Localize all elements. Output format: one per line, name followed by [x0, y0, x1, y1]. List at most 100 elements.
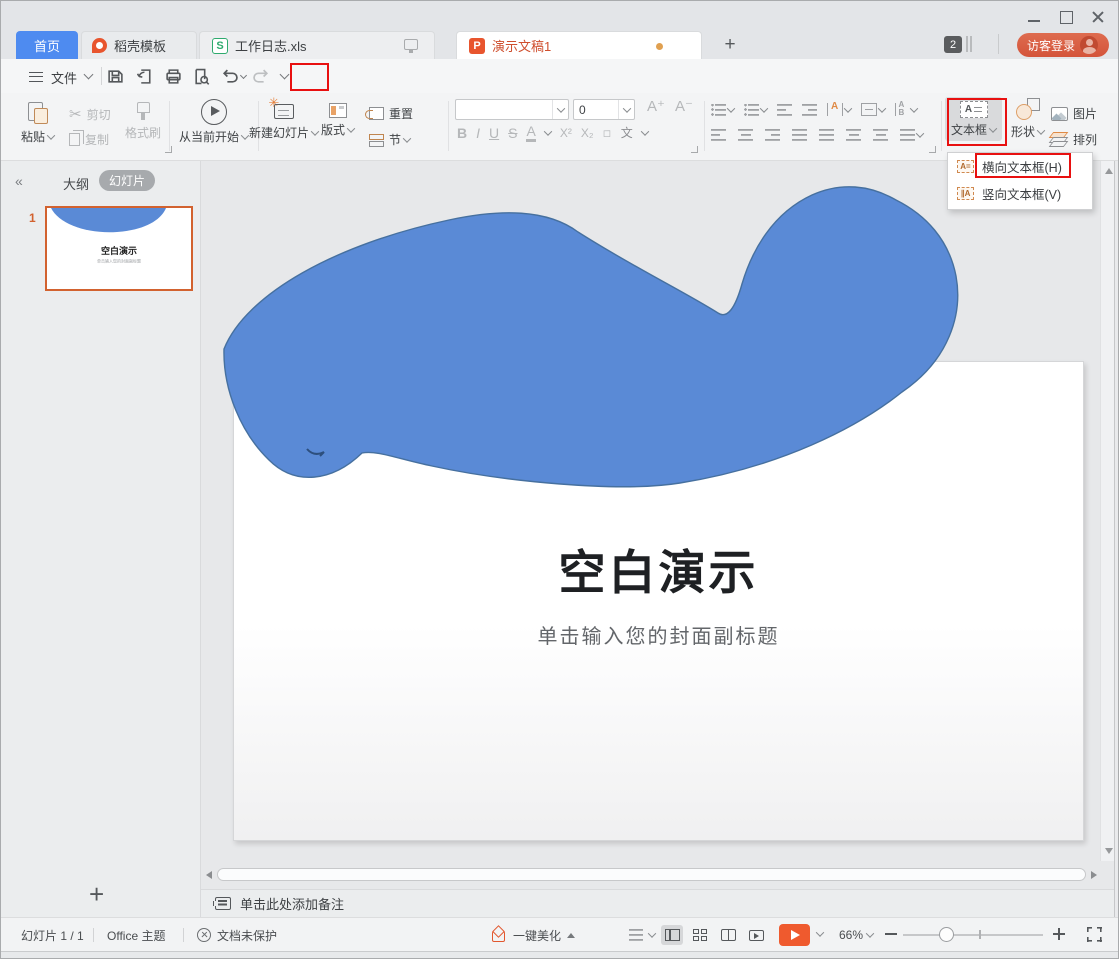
file-chevron-icon[interactable] — [84, 70, 94, 80]
font-size-select[interactable]: 0 — [573, 99, 635, 120]
tab-docer-templates[interactable]: 稻壳模板 — [81, 31, 197, 59]
new-tab-button[interactable]: + — [719, 34, 741, 56]
strikethrough-button[interactable]: S — [508, 125, 517, 141]
guest-login-button[interactable]: 访客登录 — [1017, 33, 1109, 57]
slide-sorter-button[interactable] — [689, 925, 711, 945]
font-color-button[interactable]: A — [526, 123, 535, 142]
minimize-button[interactable] — [1028, 11, 1042, 23]
zoom-slider-knob[interactable] — [939, 927, 954, 942]
arrange-button[interactable]: 排列 — [1051, 131, 1097, 148]
increase-font-button[interactable]: A⁺ — [647, 97, 665, 115]
format-painter-button[interactable]: 格式刷 — [125, 101, 161, 141]
play-slideshow-button[interactable] — [779, 924, 810, 946]
notes-toggle-button[interactable] — [629, 918, 655, 952]
scroll-up-icon[interactable] — [1105, 168, 1113, 174]
distribute-button[interactable] — [819, 129, 834, 141]
zoom-out-button[interactable] — [885, 928, 897, 940]
slides-tab-active[interactable]: 幻灯片 — [99, 170, 155, 191]
hamburger-icon[interactable] — [29, 72, 43, 82]
slide-page[interactable]: 空白演示 单击输入您的封面副标题 — [233, 361, 1084, 841]
column-spacing-button[interactable] — [846, 129, 861, 141]
tab-worklog-xls[interactable]: S 工作日志.xls — [199, 31, 435, 59]
print-icon[interactable] — [165, 68, 182, 85]
italic-button[interactable]: I — [476, 125, 480, 141]
align-center-button[interactable] — [738, 129, 753, 141]
file-menu[interactable]: 文件 — [51, 68, 77, 87]
bullet-list-button[interactable] — [711, 104, 734, 116]
menu-item-vertical-textbox[interactable]: ∥A 竖向文本框(V) — [948, 180, 1092, 207]
notes-placeholder[interactable]: 单击此处添加备注 — [240, 894, 344, 913]
textbox-button[interactable]: A 文本框 — [945, 97, 1002, 141]
align-left-button[interactable] — [711, 129, 726, 141]
print-preview-icon[interactable] — [193, 68, 210, 85]
increase-indent-button[interactable] — [802, 104, 817, 116]
superscript-button[interactable]: X² — [560, 126, 572, 140]
bold-button[interactable]: B — [457, 125, 467, 141]
pinyin-button[interactable]: 文 — [621, 124, 633, 141]
underline-button[interactable]: U — [489, 125, 499, 141]
align-text-button[interactable] — [861, 103, 885, 116]
clear-format-icon[interactable]: ◇ — [599, 124, 615, 140]
picture-button[interactable]: 图片 — [1051, 105, 1097, 122]
numbered-list-button[interactable] — [744, 104, 767, 116]
subscript-button[interactable]: X₂ — [581, 126, 594, 140]
play-from-current-button[interactable]: 从当前开始 — [179, 99, 248, 145]
shapes-button[interactable]: 形状 — [1011, 98, 1044, 140]
menu-item-horizontal-textbox[interactable]: A= 横向文本框(H) — [948, 153, 1092, 180]
normal-view-button[interactable] — [661, 925, 683, 945]
text-direction-button[interactable] — [827, 103, 851, 116]
decrease-indent-button[interactable] — [777, 104, 792, 116]
outline-tab[interactable]: 大纲 — [63, 174, 89, 193]
zoom-in-button[interactable] — [1053, 928, 1065, 940]
save-icon[interactable] — [107, 68, 124, 85]
section-button[interactable]: 节 — [369, 131, 410, 148]
undo-chevron-icon[interactable] — [240, 72, 247, 79]
group-expand-icon[interactable] — [929, 146, 936, 153]
protection-status[interactable]: 文档未保护 — [197, 918, 277, 952]
horizontal-scroll-thumb[interactable] — [217, 868, 1086, 881]
window-count-badge[interactable]: 2 — [944, 36, 962, 53]
line-spacing-button[interactable] — [900, 129, 923, 141]
zoom-level[interactable]: 66% — [839, 918, 873, 952]
new-slide-button[interactable]: ✳ 新建幻灯片 — [249, 101, 318, 141]
paste-button[interactable]: 粘贴 — [21, 101, 54, 145]
window-list-icon[interactable] — [966, 36, 972, 52]
slide-title[interactable]: 空白演示 — [234, 534, 1083, 603]
align-right-button[interactable] — [765, 129, 780, 141]
scroll-right-icon[interactable] — [1091, 871, 1097, 879]
row-spacing-button[interactable] — [873, 129, 888, 141]
reset-button[interactable]: 重置 — [369, 105, 413, 122]
redo-icon[interactable] — [253, 68, 270, 85]
maximize-button[interactable] — [1060, 11, 1074, 23]
theme-label[interactable]: Office 主题 — [107, 918, 165, 952]
justify-button[interactable] — [792, 129, 807, 141]
slide-subtitle[interactable]: 单击输入您的封面副标题 — [234, 620, 1083, 649]
beautify-button[interactable]: 一键美化 — [491, 918, 575, 952]
slide-thumbnail-selected[interactable]: 空白演示 单击输入您的封面副标题 — [45, 206, 193, 291]
group-expand-icon[interactable] — [165, 146, 172, 153]
collapse-panel-button[interactable]: « — [15, 173, 23, 189]
fit-slide-button[interactable] — [1087, 927, 1102, 942]
scroll-down-icon[interactable] — [1105, 848, 1113, 854]
undo-icon[interactable] — [221, 68, 238, 85]
add-slide-button[interactable]: + — [89, 879, 104, 910]
slideshow-view-button[interactable] — [745, 925, 767, 945]
toolbar-customize-chevron-icon[interactable] — [280, 70, 290, 80]
scroll-left-icon[interactable] — [206, 871, 212, 879]
tab-presentation1-active[interactable]: P 演示文稿1 — [456, 31, 702, 59]
notes-bar[interactable]: 单击此处添加备注 — [201, 889, 1114, 917]
cut-button[interactable]: ✂剪切 — [69, 105, 111, 123]
group-expand-icon[interactable] — [691, 146, 698, 153]
char-spacing-button[interactable] — [895, 103, 917, 116]
layout-button[interactable]: 版式 — [321, 103, 354, 138]
zoom-slider-track[interactable] — [903, 934, 1043, 936]
horizontal-scrollbar[interactable] — [205, 867, 1098, 883]
pinyin-chevron-icon[interactable] — [641, 127, 649, 135]
export-icon[interactable] — [137, 68, 154, 85]
font-name-select[interactable] — [455, 99, 569, 120]
font-color-chevron-icon[interactable] — [544, 127, 552, 135]
close-button[interactable] — [1092, 11, 1106, 23]
play-options-chevron-icon[interactable] — [816, 928, 824, 936]
vertical-scrollbar[interactable] — [1100, 161, 1114, 861]
tab-home[interactable]: 首页 — [16, 31, 78, 59]
